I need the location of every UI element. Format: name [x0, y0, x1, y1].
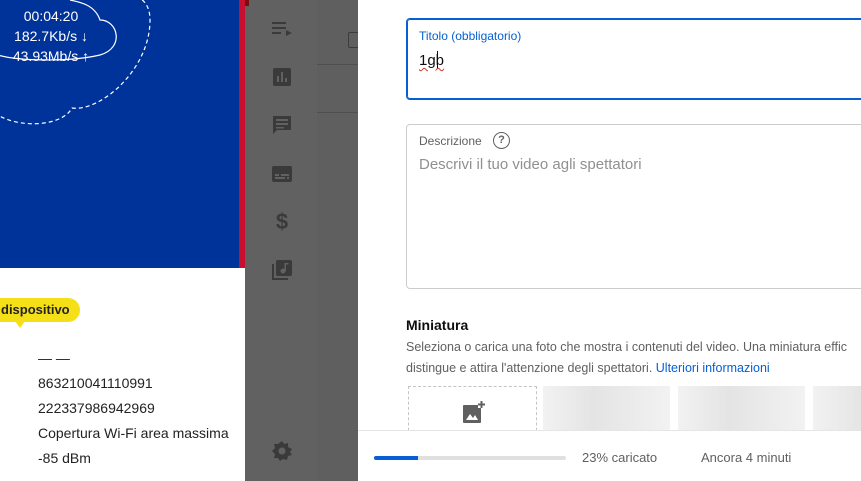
analytics-icon[interactable]: [271, 66, 293, 88]
title-field[interactable]: Titolo (obbligatorio) 1gb: [406, 18, 861, 100]
description-field[interactable]: Descrizione ? Descrivi il tuo video agli…: [406, 124, 861, 289]
upload-progress-fill: [374, 456, 419, 460]
upload-rate: 43.93Mb/s ↑: [12, 48, 90, 64]
learn-more-link[interactable]: Ulteriori informazioni: [656, 361, 770, 375]
playlist-icon[interactable]: [271, 18, 293, 40]
upload-eta-text: Ancora 4 minuti: [701, 450, 792, 465]
description-placeholder: Descrivi il tuo video agli spettatori: [419, 156, 642, 173]
red-corner: [245, 0, 249, 6]
divider: [317, 64, 358, 65]
thumbnail-text-line: distingue e attira l'attenzione degli sp…: [406, 358, 861, 379]
add-photo-icon: [463, 401, 485, 423]
uptime-value: 00:04:20: [23, 8, 79, 24]
title-input[interactable]: 1gb: [419, 51, 444, 69]
upload-details-dialog: Titolo (obbligatorio) 1gb Descrizione ? …: [358, 0, 861, 481]
device-badge: dispositivo: [0, 298, 80, 322]
thumbnail-heading: Miniatura: [406, 317, 469, 333]
comments-icon[interactable]: [271, 114, 293, 136]
upload-footer: 23% caricato Ancora 4 minuti: [358, 430, 861, 481]
info-item: — —: [38, 350, 70, 366]
background-list: [317, 0, 362, 481]
badge-pointer: [15, 321, 25, 328]
info-item: 863210041110991: [38, 375, 153, 391]
settings-icon[interactable]: [271, 440, 293, 462]
help-icon[interactable]: ?: [493, 132, 510, 149]
thumbnail-description: Seleziona o carica una foto che mostra i…: [406, 337, 861, 379]
router-status-header: 00:04:20 182.7Kb/s ↓ 43.93Mb/s ↑: [0, 0, 245, 268]
studio-sidebar: $: [245, 0, 317, 481]
thumbnail-option[interactable]: [678, 386, 805, 436]
audio-library-icon[interactable]: [271, 259, 293, 281]
info-item: 222337986942969: [38, 400, 155, 416]
subtitles-icon[interactable]: [271, 163, 293, 185]
thumbnail-text-line: Seleziona o carica una foto che mostra i…: [406, 340, 847, 354]
upload-progress-text: 23% caricato: [582, 450, 658, 465]
thumbnail-option[interactable]: [543, 386, 670, 436]
thumbnail-text-2: distingue e attira l'attenzione degli sp…: [406, 361, 653, 375]
description-label: Descrizione: [419, 134, 482, 148]
title-label: Titolo (obbligatorio): [419, 29, 522, 43]
monetization-icon[interactable]: $: [271, 209, 293, 234]
router-panel: 00:04:20 182.7Kb/s ↓ 43.93Mb/s ↑ disposi…: [0, 0, 245, 481]
divider: [317, 112, 358, 113]
upload-progress-bar: [374, 456, 566, 460]
upload-thumbnail-button[interactable]: [408, 386, 537, 436]
device-info-list: — — 863210041110991 222337986942969 Cope…: [38, 346, 229, 471]
download-rate: 182.7Kb/s ↓: [14, 28, 88, 44]
screen: 00:04:20 182.7Kb/s ↓ 43.93Mb/s ↑ disposi…: [0, 0, 861, 481]
title-value: 1gb: [419, 52, 445, 69]
traffic-stats: 00:04:20 182.7Kb/s ↓ 43.93Mb/s ↑: [8, 6, 94, 66]
thumbnail-option[interactable]: [813, 386, 861, 436]
info-item: Copertura Wi-Fi area massima: [38, 425, 229, 441]
device-badge-label: dispositivo: [1, 302, 70, 317]
text-caret: [437, 51, 439, 68]
info-item: -85 dBm: [38, 450, 91, 466]
